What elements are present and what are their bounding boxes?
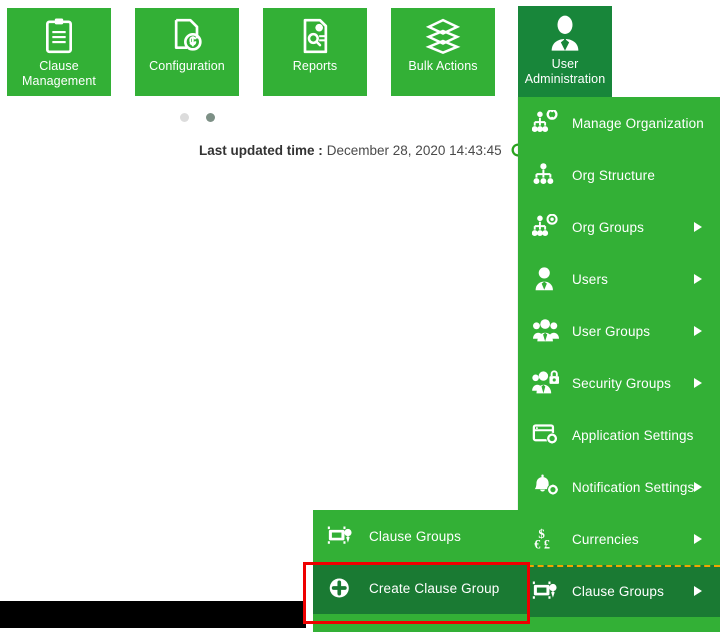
menu-item-application-settings[interactable]: Application Settings	[518, 409, 720, 461]
layers-icon	[423, 16, 463, 56]
org-chart-gear-icon	[532, 110, 560, 136]
clause-group-icon	[532, 578, 560, 604]
clause-group-icon	[327, 523, 355, 549]
submenu-item-label: Clause Groups	[369, 529, 461, 544]
menu-item-label: Users	[572, 272, 608, 287]
tile-bulk-actions[interactable]: Bulk Actions	[391, 8, 495, 96]
carousel-dot-2[interactable]	[206, 113, 215, 122]
tile-label: Reports	[291, 59, 339, 74]
tile-user-administration[interactable]: User Administration	[518, 6, 612, 102]
menu-item-manage-organization[interactable]: Manage Organization	[518, 97, 720, 149]
chevron-right-icon	[694, 534, 702, 544]
last-updated-row: Last updated time : December 28, 2020 14…	[199, 140, 554, 160]
carousel-dots[interactable]	[180, 113, 215, 122]
org-chart-icon	[532, 162, 560, 188]
menu-item-notification-settings[interactable]: Notification Settings	[518, 461, 720, 513]
submenu-item-clause-groups[interactable]: Clause Groups	[313, 510, 528, 562]
tile-label: User Administration	[523, 57, 608, 86]
tile-label: Clause Management	[20, 59, 98, 88]
menu-item-user-groups[interactable]: User Groups	[518, 305, 720, 357]
currency-icon: $ € £	[532, 526, 560, 552]
chevron-right-icon	[694, 274, 702, 284]
chevron-right-icon	[694, 378, 702, 388]
user-tie-icon	[545, 14, 585, 54]
module-tile-bar: Clause Management Configuration Reports	[0, 0, 720, 96]
user-icon	[532, 266, 560, 292]
org-chart-badge-icon	[532, 214, 560, 240]
app-root: Clause Management Configuration Reports	[0, 0, 720, 632]
user-group-lock-icon	[532, 370, 560, 396]
menu-item-org-groups[interactable]: Org Groups	[518, 201, 720, 253]
last-updated-value: December 28, 2020 14:43:45	[327, 143, 502, 158]
menu-item-org-structure[interactable]: Org Structure	[518, 149, 720, 201]
tile-label: Configuration	[147, 59, 227, 74]
menu-item-label: Notification Settings	[572, 480, 694, 495]
clause-groups-submenu: Clause Groups Create Clause Group	[313, 510, 528, 632]
menu-item-currencies[interactable]: $ € £ Currencies	[518, 513, 720, 565]
submenu-item-create-clause-group[interactable]: Create Clause Group	[313, 562, 528, 614]
plus-circle-icon	[327, 575, 355, 601]
tile-label: Bulk Actions	[406, 59, 479, 74]
bell-gear-icon	[532, 474, 560, 500]
bottom-bar	[0, 601, 306, 628]
user-administration-menu: Manage Organization Org Structure	[518, 97, 720, 632]
menu-item-label: User Groups	[572, 324, 650, 339]
chevron-right-icon	[694, 222, 702, 232]
document-search-icon	[295, 16, 335, 56]
menu-item-label: Manage Organization	[572, 116, 704, 131]
carousel-dot-1[interactable]	[180, 113, 189, 122]
user-group-icon	[532, 318, 560, 344]
menu-item-label: Security Groups	[572, 376, 671, 391]
document-dollar-icon	[167, 16, 207, 56]
submenu-item-label: Create Clause Group	[369, 581, 499, 596]
menu-item-label: Clause Groups	[572, 584, 664, 599]
tile-configuration[interactable]: Configuration	[135, 8, 239, 96]
svg-text:£: £	[544, 538, 550, 552]
last-updated-label: Last updated time :	[199, 143, 323, 158]
menu-item-security-groups[interactable]: Security Groups	[518, 357, 720, 409]
chevron-right-icon	[694, 586, 702, 596]
chevron-right-icon	[694, 326, 702, 336]
tile-clause-management[interactable]: Clause Management	[7, 8, 111, 96]
menu-item-label: Currencies	[572, 532, 639, 547]
menu-item-label: Org Groups	[572, 220, 644, 235]
tile-reports[interactable]: Reports	[263, 8, 367, 96]
window-gear-icon	[532, 422, 560, 448]
menu-item-clause-groups[interactable]: Clause Groups	[518, 565, 720, 617]
menu-item-label: Application Settings	[572, 428, 694, 443]
menu-item-label: Org Structure	[572, 168, 655, 183]
clipboard-icon	[39, 16, 79, 56]
menu-item-users[interactable]: Users	[518, 253, 720, 305]
svg-text:€: €	[534, 538, 540, 552]
chevron-right-icon	[694, 482, 702, 492]
